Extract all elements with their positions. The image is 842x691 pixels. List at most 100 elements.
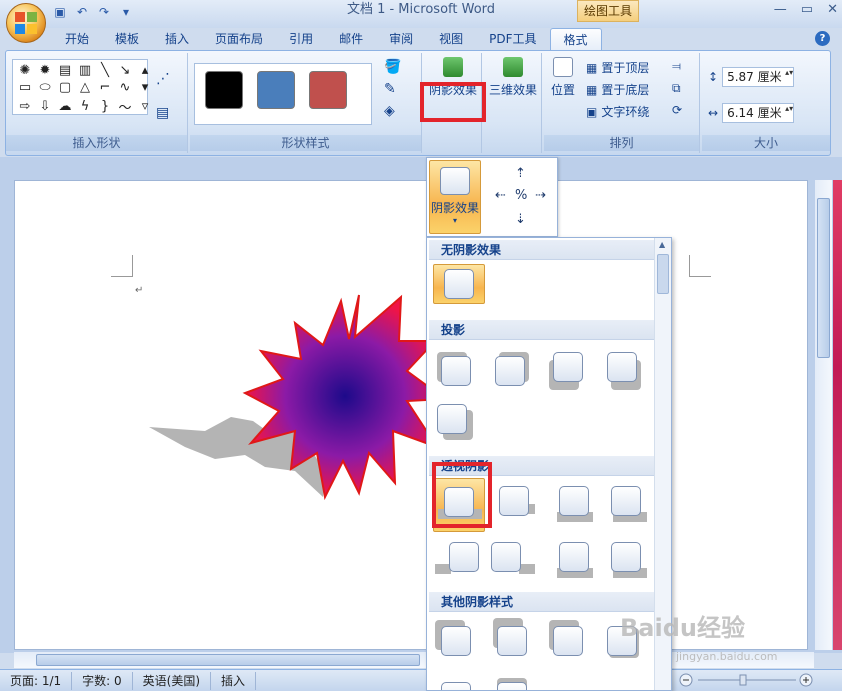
starburst-shape[interactable] bbox=[145, 271, 445, 501]
change-shape-icon[interactable]: ◈ bbox=[384, 103, 401, 119]
gear-shape-icon[interactable]: ✹ bbox=[36, 63, 54, 78]
edit-shape-icon[interactable]: ⋰ bbox=[156, 71, 170, 87]
tab-view[interactable]: 视图 bbox=[426, 28, 476, 50]
help-icon[interactable]: ? bbox=[815, 31, 830, 46]
perspective-shadow-option-8[interactable] bbox=[603, 538, 647, 582]
elbow-icon[interactable]: ⌐ bbox=[96, 80, 114, 95]
align-icon[interactable]: ⫤ bbox=[672, 59, 681, 74]
height-field[interactable]: ↕ 5.87 厘米 bbox=[708, 67, 795, 87]
textbox-vertical-icon[interactable]: ▥ bbox=[76, 63, 94, 78]
fill-color-icon[interactable]: 🪣 bbox=[384, 59, 401, 75]
wave-icon[interactable]: 〜 bbox=[116, 97, 134, 116]
drop-shadow-option-1[interactable] bbox=[433, 348, 477, 392]
line-color-icon[interactable]: ✎ bbox=[384, 81, 401, 97]
vertical-scrollbar[interactable] bbox=[815, 180, 832, 650]
status-language[interactable]: 英语(美国) bbox=[133, 671, 212, 690]
brace-icon[interactable]: } bbox=[96, 97, 114, 116]
other-shadow-option-5[interactable] bbox=[433, 674, 477, 690]
document-page[interactable]: ↵ bbox=[14, 180, 808, 650]
tab-template[interactable]: 模板 bbox=[102, 28, 152, 50]
nudge-left-icon[interactable]: ⇠ bbox=[495, 188, 506, 203]
tab-insert[interactable]: 插入 bbox=[152, 28, 202, 50]
menu-scroll-up-icon[interactable]: ▲ bbox=[659, 240, 665, 249]
gallery-more-icon[interactable]: ▿ bbox=[136, 97, 154, 116]
shadow-toggle-icon[interactable]: % bbox=[515, 188, 527, 203]
width-field[interactable]: ↔ 6.14 厘米 bbox=[708, 103, 795, 123]
star-burst-icon[interactable]: ✺ bbox=[16, 63, 34, 78]
perspective-2-preview bbox=[499, 486, 529, 516]
right-arrow-icon[interactable]: ⇨ bbox=[16, 97, 34, 116]
save-icon[interactable]: ▣ bbox=[52, 4, 68, 20]
down-arrow-icon[interactable]: ⇩ bbox=[36, 97, 54, 116]
tab-references[interactable]: 引用 bbox=[276, 28, 326, 50]
textbox-insert-icon[interactable]: ▤ bbox=[156, 105, 169, 121]
undo-icon[interactable]: ↶ bbox=[74, 4, 90, 20]
width-input[interactable]: 6.14 厘米 bbox=[722, 103, 795, 123]
perspective-shadow-option-4[interactable] bbox=[603, 482, 647, 526]
bring-to-front-button[interactable]: ▦ 置于顶层 bbox=[586, 59, 649, 76]
shadow-effects-dropdown-button[interactable]: 阴影效果 ▾ bbox=[429, 160, 481, 234]
menu-scroll-thumb[interactable] bbox=[657, 254, 669, 294]
close-button[interactable]: ✕ bbox=[827, 2, 838, 17]
shadow-none-option[interactable] bbox=[433, 264, 485, 304]
lightning-icon[interactable]: ϟ bbox=[76, 97, 94, 116]
ribbon: ✺ ✹ ▤ ▥ ╲ ↘ ▴ ▭ ⬭ ▢ △ ⌐ ∿ ▾ ⇨ ⇩ ☁ ϟ} 〜 ▿ ⋰ ▤ 插入形状 🪣 ✎ ◈ 形… bbox=[5, 50, 831, 156]
tab-pdf-tools[interactable]: PDF工具 bbox=[476, 28, 549, 50]
send-to-back-button[interactable]: ▦ 置于底层 bbox=[586, 81, 649, 98]
tab-page-layout[interactable]: 页面布局 bbox=[202, 28, 276, 50]
shape-style-gallery[interactable] bbox=[194, 63, 372, 125]
line-icon[interactable]: ╲ bbox=[96, 63, 114, 78]
perspective-shadow-option-3[interactable] bbox=[551, 482, 595, 526]
tab-home[interactable]: 开始 bbox=[52, 28, 102, 50]
group-icon[interactable]: ⧉ bbox=[672, 81, 681, 96]
zoom-slider[interactable] bbox=[678, 672, 818, 688]
other-shadow-option-6[interactable] bbox=[489, 674, 533, 690]
nudge-right-icon[interactable]: ⇢ bbox=[535, 188, 546, 203]
arrow-line-icon[interactable]: ↘ bbox=[116, 63, 134, 78]
cloud-icon[interactable]: ☁ bbox=[56, 97, 74, 116]
other-shadow-option-1[interactable] bbox=[433, 618, 477, 662]
text-wrap-button[interactable]: ▣ 文字环绕 bbox=[586, 103, 649, 120]
drop-shadow-option-5[interactable] bbox=[433, 400, 477, 444]
oval-icon[interactable]: ⬭ bbox=[36, 80, 54, 95]
nudge-up-icon[interactable]: ⇡ bbox=[515, 166, 526, 181]
tab-mailings[interactable]: 邮件 bbox=[326, 28, 376, 50]
drop-shadow-option-3[interactable] bbox=[545, 348, 589, 392]
maximize-button[interactable]: ▭ bbox=[801, 2, 813, 17]
redo-icon[interactable]: ↷ bbox=[96, 4, 112, 20]
minimize-button[interactable]: — bbox=[774, 2, 787, 17]
curve-icon[interactable]: ∿ bbox=[116, 80, 134, 95]
tab-review[interactable]: 审阅 bbox=[376, 28, 426, 50]
perspective-shadow-option-2[interactable] bbox=[491, 482, 535, 526]
textbox-icon[interactable]: ▤ bbox=[56, 63, 74, 78]
style-swatch-red[interactable] bbox=[309, 71, 347, 109]
perspective-shadow-option-7[interactable] bbox=[551, 538, 595, 582]
drop-shadow-option-2[interactable] bbox=[487, 348, 531, 392]
position-button[interactable]: 位置 bbox=[548, 57, 578, 98]
triangle-icon[interactable]: △ bbox=[76, 80, 94, 95]
nudge-down-icon[interactable]: ⇣ bbox=[515, 212, 526, 227]
status-mode[interactable]: 插入 bbox=[211, 671, 257, 690]
shapes-gallery[interactable]: ✺ ✹ ▤ ▥ ╲ ↘ ▴ ▭ ⬭ ▢ △ ⌐ ∿ ▾ ⇨ ⇩ ☁ ϟ} 〜 ▿ bbox=[12, 59, 148, 116]
gallery-down-icon[interactable]: ▾ bbox=[136, 80, 154, 95]
height-input[interactable]: 5.87 厘米 bbox=[722, 67, 795, 87]
office-button[interactable] bbox=[6, 3, 46, 43]
style-swatch-blue[interactable] bbox=[257, 71, 295, 109]
status-page[interactable]: 页面: 1/1 bbox=[0, 671, 73, 690]
horizontal-scroll-thumb[interactable] bbox=[36, 654, 420, 666]
threed-effects-button[interactable]: 三维效果 bbox=[486, 57, 540, 98]
style-swatch-black[interactable] bbox=[205, 71, 243, 109]
gallery-up-icon[interactable]: ▴ bbox=[136, 63, 154, 78]
perspective-shadow-option-6[interactable] bbox=[489, 538, 535, 582]
drop-shadow-option-4[interactable] bbox=[599, 348, 643, 392]
vertical-scroll-thumb[interactable] bbox=[817, 198, 830, 358]
status-words[interactable]: 字数: 0 bbox=[72, 671, 133, 690]
rotate-icon[interactable]: ⟳ bbox=[672, 103, 682, 117]
other-shadow-option-3[interactable] bbox=[545, 618, 589, 662]
rectangle-icon[interactable]: ▭ bbox=[16, 80, 34, 95]
customize-icon[interactable]: ▾ bbox=[118, 4, 134, 20]
tab-format[interactable]: 格式 bbox=[549, 28, 602, 50]
rounded-rect-icon[interactable]: ▢ bbox=[56, 80, 74, 95]
perspective-shadow-option-5[interactable] bbox=[435, 538, 479, 582]
other-shadow-option-2[interactable] bbox=[489, 618, 533, 662]
